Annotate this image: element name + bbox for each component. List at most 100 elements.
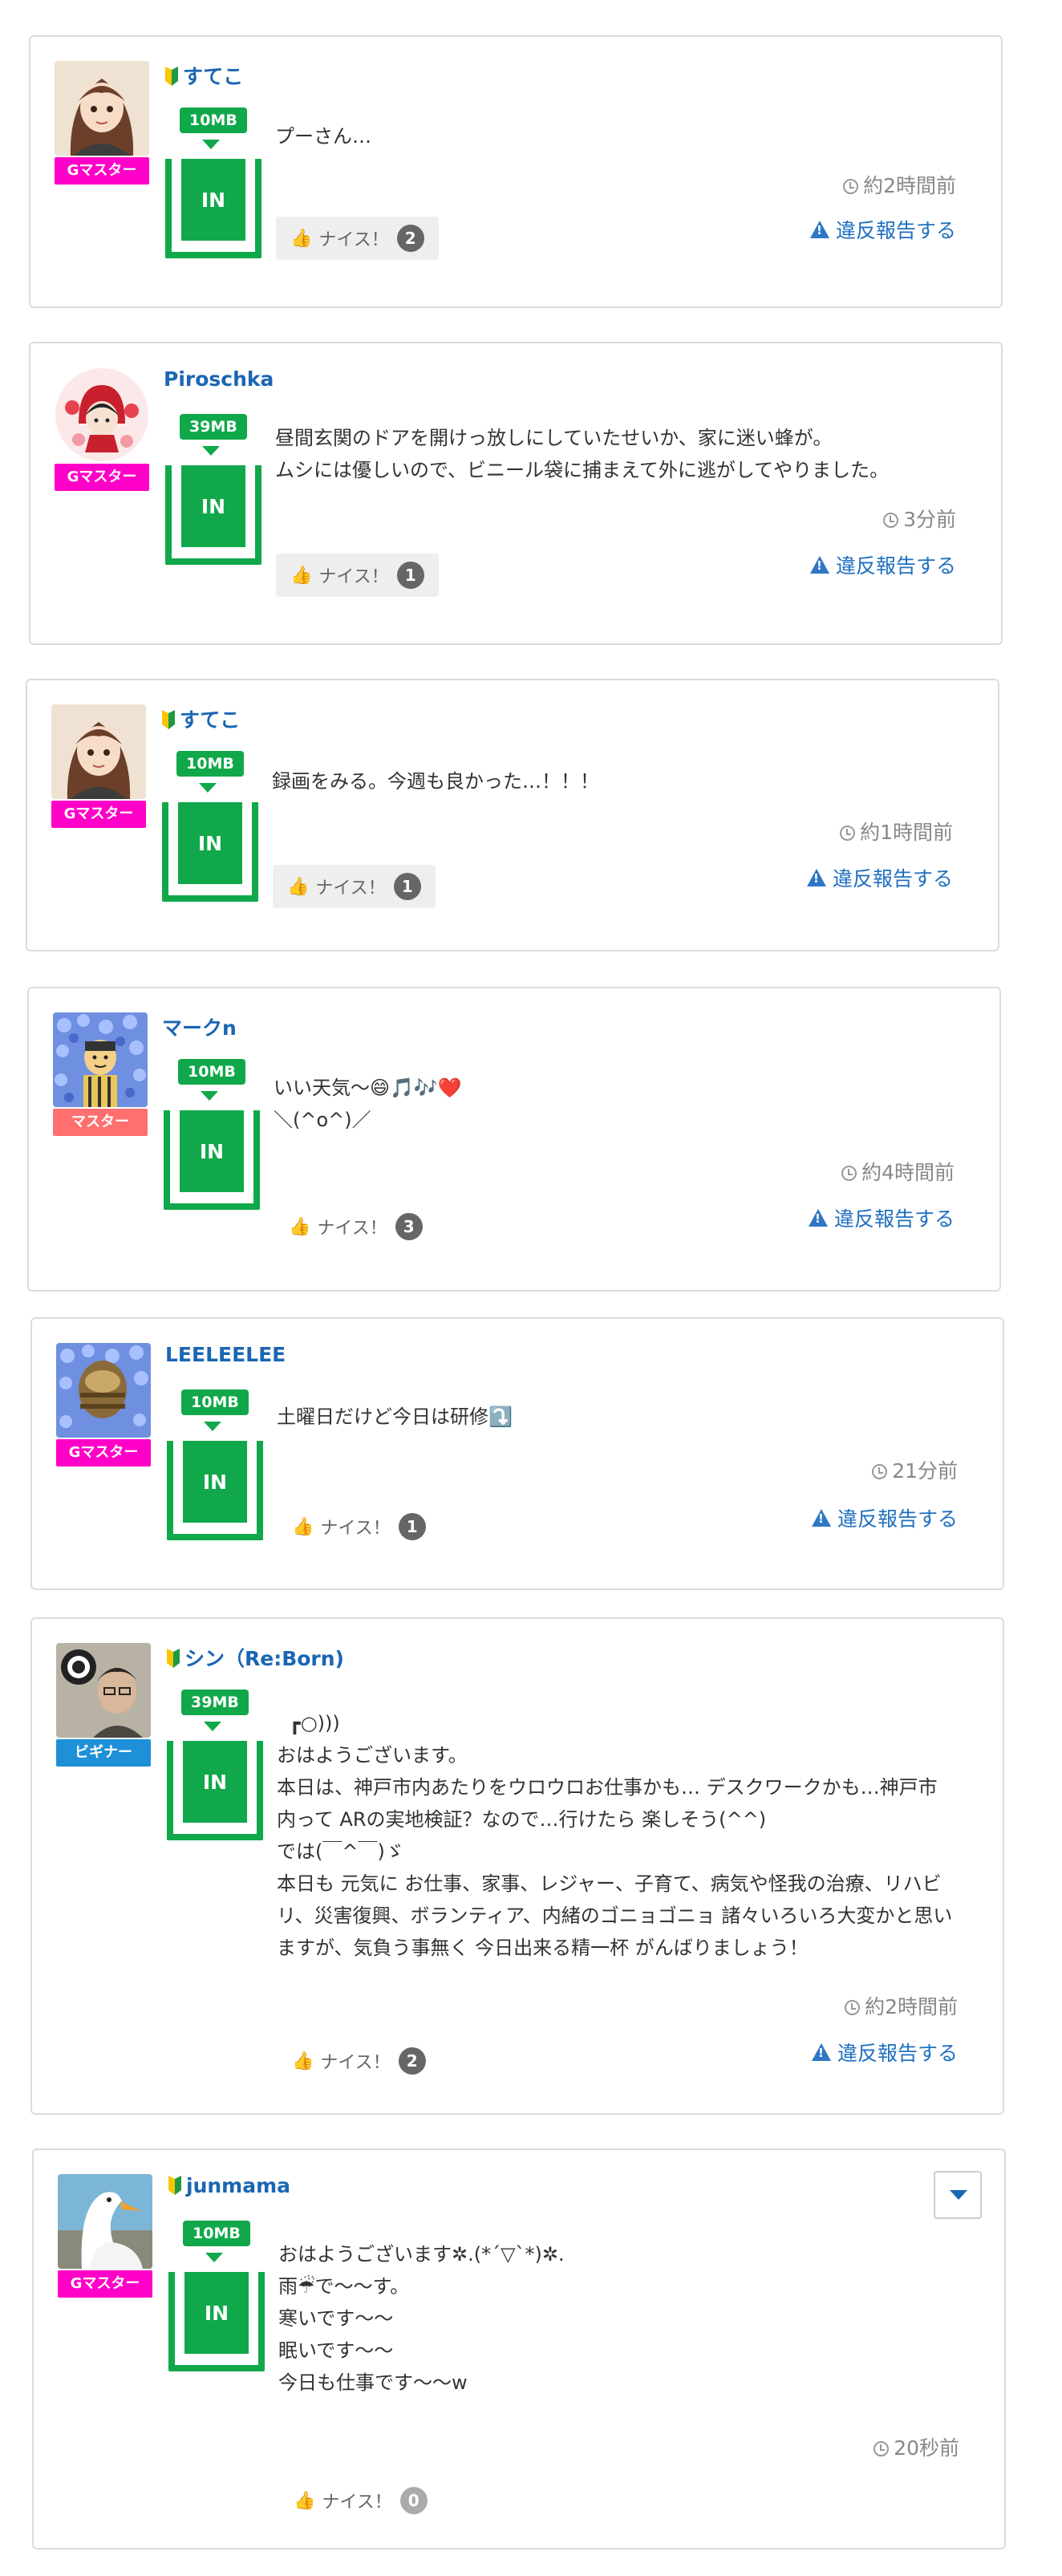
data-size-arrow-icon <box>199 783 217 793</box>
post-card: ビギナー シン（Re:Born) 39MB IN ┏○))) おはようございます… <box>30 1617 1004 2115</box>
avatar[interactable] <box>55 367 149 462</box>
thumbs-up-icon: 👍 <box>294 2490 316 2511</box>
beginner-mark-icon <box>168 2176 181 2195</box>
post-message: 録画をみる。今週も良かった…！！！ <box>272 770 599 793</box>
nice-label: ナイス！ <box>318 230 389 250</box>
data-size-badge: 10MB <box>181 1389 249 1415</box>
report-text: 違反報告する <box>837 2042 958 2065</box>
warning-icon <box>811 2043 831 2061</box>
warning-icon <box>808 1209 828 1227</box>
nice-label: ナイス！ <box>322 2493 392 2513</box>
username-link[interactable]: マークn <box>162 1012 237 1041</box>
username-text: Piroschka <box>164 367 274 391</box>
avatar[interactable] <box>56 1643 151 1738</box>
data-size-badge: 10MB <box>178 1059 245 1085</box>
time-text: 約1時間前 <box>860 821 953 844</box>
post-message: 昼間玄関のドアを開けっ放しにしていたせいか、家に迷い蜂が。 ムシには優しいので、… <box>275 427 890 481</box>
thumbs-up-icon: 👍 <box>292 1516 314 1537</box>
post-card: Gマスター すてこ 10MB IN 録画をみる。今週も良かった…！！！ 約1時間… <box>26 679 999 951</box>
nice-count: 1 <box>393 873 421 900</box>
thumbs-up-icon: 👍 <box>292 2051 314 2071</box>
warning-icon <box>811 1509 831 1527</box>
report-link[interactable]: 違反報告する <box>811 1503 958 1532</box>
data-size-arrow-icon <box>201 1091 218 1101</box>
username-link[interactable]: Piroschka <box>164 367 274 391</box>
report-link[interactable]: 違反報告する <box>809 550 956 579</box>
beginner-mark-icon <box>165 67 178 86</box>
warning-icon <box>806 869 826 886</box>
avatar[interactable] <box>51 704 146 799</box>
post-time: 約1時間前 <box>840 817 953 846</box>
avatar[interactable] <box>53 1012 148 1107</box>
nice-button[interactable]: 👍 ナイス！ 2 <box>278 2039 440 2083</box>
clock-icon <box>883 513 899 528</box>
username-link[interactable]: すてこ <box>160 704 240 733</box>
nice-button[interactable]: 👍 ナイス！ 0 <box>279 2479 442 2522</box>
clock-icon <box>843 179 859 194</box>
thumbs-up-icon: 👍 <box>290 565 313 586</box>
warning-icon <box>809 556 829 574</box>
in-gauge: IN <box>167 1741 263 1840</box>
post-card: Gマスター junmama 10MB IN おはようございます✲.(*´▽`*)… <box>32 2148 1006 2550</box>
time-text: 約4時間前 <box>861 1161 955 1184</box>
beginner-mark-icon <box>167 1649 180 1668</box>
options-dropdown-button[interactable] <box>934 2171 982 2219</box>
username-text: すてこ <box>180 708 241 732</box>
nice-label: ナイス！ <box>315 878 386 899</box>
report-link[interactable]: 違反報告する <box>806 863 953 892</box>
username-link[interactable]: junmama <box>167 2174 290 2197</box>
role-badge: Gマスター <box>51 801 146 828</box>
username-link[interactable]: すてこ <box>164 61 243 90</box>
beginner-mark-icon <box>162 710 175 729</box>
data-size-badge: 10MB <box>176 751 244 777</box>
post-time: 約2時間前 <box>845 1991 958 2020</box>
username-link[interactable]: LEELEELEE <box>165 1343 286 1366</box>
nice-count: 2 <box>398 2047 426 2075</box>
time-text: 約2時間前 <box>863 174 956 197</box>
nice-count: 3 <box>395 1213 423 1240</box>
in-gauge: IN <box>168 2272 265 2371</box>
avatar[interactable] <box>58 2174 152 2269</box>
nice-button[interactable]: 👍 ナイス！ 1 <box>276 554 439 597</box>
username-link[interactable]: シン（Re:Born) <box>165 1643 344 1672</box>
nice-button[interactable]: 👍 ナイス！ 1 <box>278 1505 440 1548</box>
in-label: IN <box>184 2272 249 2354</box>
nice-count: 1 <box>398 1513 426 1540</box>
role-badge: ビギナー <box>56 1739 151 1767</box>
data-size-arrow-icon <box>202 140 220 149</box>
username-text: junmama <box>186 2174 291 2197</box>
post-message: いい天気〜😄🎵🎶❤️ ＼(^o^)／ <box>274 1077 462 1131</box>
in-gauge: IN <box>167 1441 263 1540</box>
role-badge: Gマスター <box>56 1439 151 1466</box>
in-label: IN <box>181 159 245 241</box>
post-time: 20秒前 <box>874 2432 959 2461</box>
post-message: プーさん… <box>275 125 371 148</box>
nice-button[interactable]: 👍 ナイス！ 3 <box>274 1205 437 1248</box>
report-text: 違反報告する <box>835 219 956 242</box>
post-time: 21分前 <box>872 1455 958 1484</box>
thumbs-up-icon: 👍 <box>287 876 310 897</box>
avatar[interactable] <box>56 1343 151 1438</box>
username-text: マークn <box>162 1016 237 1040</box>
post-message: おはようございます✲.(*´▽`*)✲. 雨☔で〜〜す。 寒いです〜〜 眠いです… <box>278 2243 565 2394</box>
avatar[interactable] <box>55 61 149 156</box>
post-time: 約2時間前 <box>843 170 956 199</box>
data-size-badge: 10MB <box>183 2221 250 2246</box>
report-link[interactable]: 違反報告する <box>811 2038 958 2067</box>
in-gauge: IN <box>164 1110 260 1210</box>
nice-button[interactable]: 👍 ナイス！ 1 <box>273 865 436 908</box>
nice-button[interactable]: 👍 ナイス！ 2 <box>276 217 439 260</box>
report-link[interactable]: 違反報告する <box>808 1203 955 1232</box>
nice-label: ナイス！ <box>320 1519 391 1539</box>
nice-count: 1 <box>396 562 424 589</box>
report-link[interactable]: 違反報告する <box>809 215 956 244</box>
post-card: Gマスター Piroschka 39MB IN 昼間玄関のドアを開けっ放しにして… <box>29 342 1003 645</box>
nice-count: 0 <box>399 2487 428 2514</box>
data-size-arrow-icon <box>204 1422 221 1431</box>
thumbs-up-icon: 👍 <box>290 228 313 249</box>
username-text: LEELEELEE <box>165 1343 286 1366</box>
in-gauge: IN <box>162 802 258 902</box>
role-badge: Gマスター <box>58 2270 152 2298</box>
role-badge: マスター <box>53 1109 148 1136</box>
clock-icon <box>874 2441 890 2456</box>
